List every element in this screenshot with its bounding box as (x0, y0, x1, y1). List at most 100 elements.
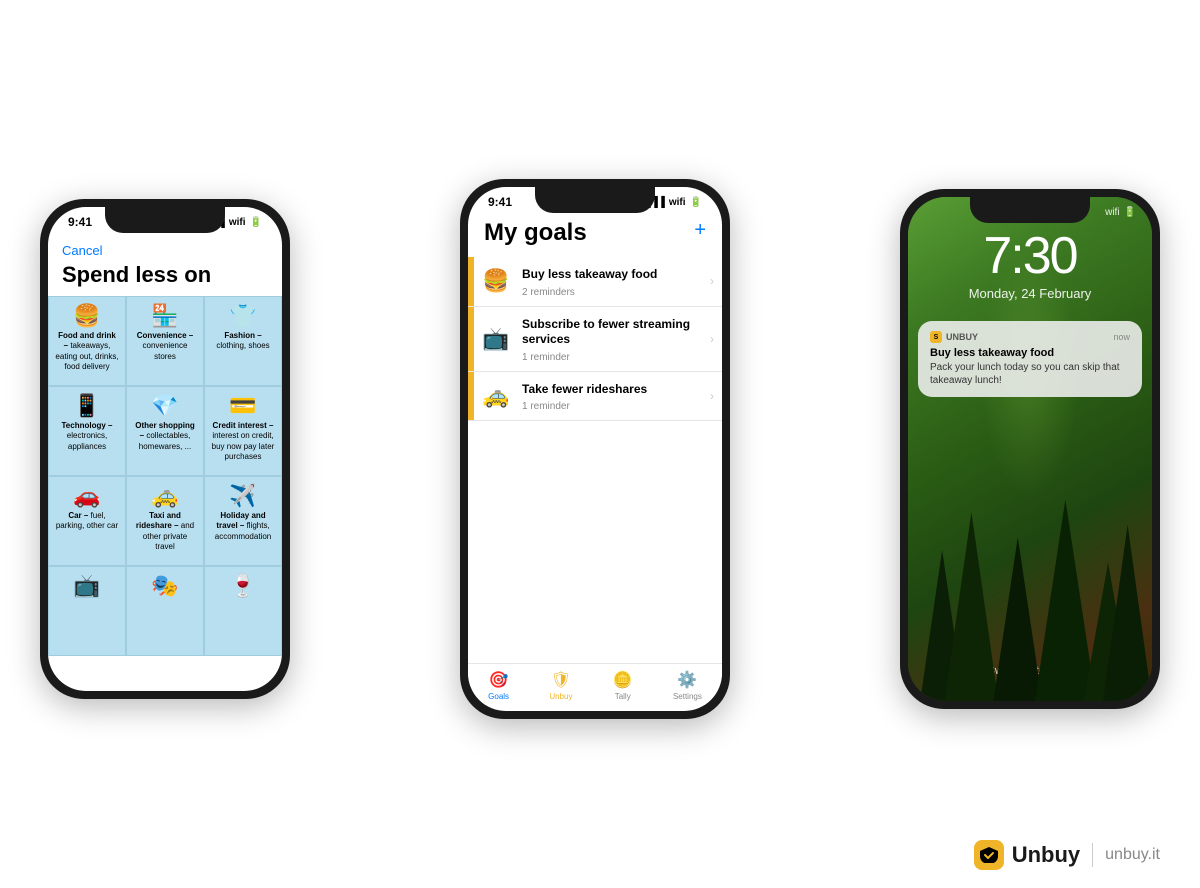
goal-text-column: Subscribe to fewer streaming services1 r… (518, 307, 702, 371)
category-label: Car – fuel, parking, other car (55, 511, 119, 532)
goal-icon: 🍔 (474, 257, 518, 306)
phone2-time: 9:41 (488, 195, 512, 209)
category-label: Food and drink – takeaways, eating out, … (55, 331, 119, 373)
notification-card: S UNBUY now Buy less takeaway food Pack … (918, 321, 1142, 397)
phone2-screen: 9:41 ▐▐▐ wifi 🔋 My goals + 🍔Buy less tak… (468, 187, 722, 711)
branding-section: Unbuy unbuy.it (974, 840, 1160, 870)
phone2-notch (535, 187, 655, 213)
lockscreen-time-wrapper: 7:30 Monday, 24 February (908, 220, 1152, 311)
tab-settings-label: Settings (673, 692, 702, 701)
category-icon: 📺 (73, 575, 100, 597)
brand-name: Unbuy (1012, 842, 1080, 868)
category-icon: 📱 (73, 395, 100, 417)
tab-tally-label: Tally (615, 692, 631, 701)
goal-chevron-icon: › (702, 257, 722, 306)
notification-app-name: UNBUY (946, 332, 978, 342)
category-label: Other shopping – collectables, homewares… (133, 421, 197, 452)
goal-item[interactable]: 📺Subscribe to fewer streaming services1 … (468, 307, 722, 372)
tab-unbuy-icon: 🛡 (551, 670, 571, 690)
cancel-button[interactable]: Cancel (62, 243, 268, 258)
goal-reminder: 1 reminder (522, 401, 698, 412)
goal-title: Subscribe to fewer streaming services (522, 317, 698, 348)
brand-logo-icon (974, 840, 1004, 870)
grid-cell[interactable]: 💎 Other shopping – collectables, homeware… (126, 386, 204, 476)
wifi-icon: wifi (229, 217, 246, 228)
goals-header: My goals + (468, 211, 722, 257)
grid-cell[interactable]: 🍔 Food and drink – takeaways, eating out,… (48, 296, 126, 386)
goal-text-column: Buy less takeaway food2 reminders (518, 257, 702, 306)
goal-icon: 📺 (474, 307, 518, 371)
spend-title: Spend less on (62, 262, 268, 288)
notification-header: S UNBUY now (930, 331, 1130, 343)
battery-icon: 🔋 (250, 217, 262, 228)
category-icon: 💳 (229, 395, 256, 417)
category-icon: ✈️ (229, 485, 256, 507)
category-icon: 👕 (229, 305, 256, 327)
notification-app: S UNBUY (930, 331, 978, 343)
phone1-time: 9:41 (68, 215, 92, 229)
tab-goals-label: Goals (488, 692, 509, 701)
wifi-icon: wifi (669, 197, 686, 208)
phone1-header: Cancel Spend less on (48, 239, 282, 296)
tab-goals[interactable]: 🎯 Goals (488, 670, 509, 701)
category-icon: 🍔 (73, 305, 100, 327)
unbuy-shield-icon (980, 847, 998, 863)
category-label: Holiday and travel – flights, accommodat… (211, 511, 275, 542)
ls-wifi-icon: wifi (1105, 207, 1119, 218)
goal-icon: 🚕 (474, 372, 518, 421)
grid-cell[interactable]: ✈️ Holiday and travel – flights, accommod… (204, 476, 282, 566)
goals-title: My goals (484, 219, 587, 247)
phone1-notch (105, 207, 225, 233)
tab-settings-icon: ⚙️ (677, 670, 697, 690)
lockscreen-background: wifi 🔋 7:30 Monday, 24 February S UNBUY (908, 197, 1152, 701)
phone2-shell: 9:41 ▐▐▐ wifi 🔋 My goals + 🍔Buy less tak… (460, 179, 730, 719)
tab-unbuy-label: Unbuy (549, 692, 572, 701)
phone2-content: My goals + 🍔Buy less takeaway food2 remi… (468, 211, 722, 705)
grid-cell[interactable]: 🎭 (126, 566, 204, 656)
category-label: Technology – electronics, appliances (55, 421, 119, 452)
goal-chevron-icon: › (702, 307, 722, 371)
grid-cell[interactable]: 🏪 Convenience – convenience stores (126, 296, 204, 386)
tab-bar: 🎯 Goals 🛡 Unbuy 🪙 Tally ⚙️ Settings (468, 663, 722, 705)
grid-cell[interactable]: 🚕 Taxi and rideshare – and other private … (126, 476, 204, 566)
phone3-shell: wifi 🔋 7:30 Monday, 24 February S UNBUY (900, 189, 1160, 709)
grid-cell[interactable]: 🍷 (204, 566, 282, 656)
ls-status-icons: wifi 🔋 (1105, 207, 1136, 218)
goal-text-column: Take fewer rideshares 1 reminder (518, 372, 702, 421)
goal-item[interactable]: 🚕Take fewer rideshares 1 reminder › (468, 372, 722, 422)
grid-cell[interactable]: 🚗 Car – fuel, parking, other car (48, 476, 126, 566)
tab-tally-icon: 🪙 (613, 670, 633, 690)
category-icon: 🎭 (151, 575, 178, 597)
category-label: Fashion – clothing, shoes (211, 331, 275, 352)
category-icon: 💎 (151, 395, 178, 417)
tab-settings[interactable]: ⚙️ Settings (673, 670, 702, 701)
brand-url: unbuy.it (1105, 846, 1160, 864)
grid-cell[interactable]: 📱 Technology – electronics, appliances (48, 386, 126, 476)
category-icon: 🚗 (73, 485, 100, 507)
add-goal-button[interactable]: + (694, 219, 706, 242)
tab-unbuy[interactable]: 🛡 Unbuy (549, 670, 572, 701)
category-label: Taxi and rideshare – and other private t… (133, 511, 197, 553)
goal-chevron-icon: › (702, 372, 722, 421)
phone1-shell: 9:41 ▐▐▐ wifi 🔋 Cancel Spend less on 🍔Fo… (40, 199, 290, 699)
category-label: Convenience – convenience stores (133, 331, 197, 362)
lockscreen-time: 7:30 (908, 230, 1152, 282)
goal-item[interactable]: 🍔Buy less takeaway food2 reminders› (468, 257, 722, 307)
page-wrapper: 9:41 ▐▐▐ wifi 🔋 Cancel Spend less on 🍔Fo… (0, 0, 1200, 888)
tab-tally[interactable]: 🪙 Tally (613, 670, 633, 701)
goal-title: Take fewer rideshares (522, 382, 698, 398)
unbuy-logo-icon: S (930, 331, 942, 343)
battery-icon: 🔋 (690, 197, 702, 208)
goals-list: 🍔Buy less takeaway food2 reminders›📺Subs… (468, 257, 722, 421)
category-icon: 🚕 (151, 485, 178, 507)
notification-time: now (1113, 332, 1130, 342)
tab-goals-icon: 🎯 (489, 670, 509, 690)
grid-cell[interactable]: 💳Credit interest – interest on credit, b… (204, 386, 282, 476)
ls-battery-icon: 🔋 (1124, 207, 1136, 218)
lockscreen-date: Monday, 24 February (908, 286, 1152, 301)
grid-cell[interactable]: 👕 Fashion – clothing, shoes (204, 296, 282, 386)
phone3-notch (970, 197, 1090, 223)
category-grid: 🍔 Food and drink – takeaways, eating out,… (48, 296, 282, 656)
category-icon: 🏪 (151, 305, 178, 327)
grid-cell[interactable]: 📺 (48, 566, 126, 656)
